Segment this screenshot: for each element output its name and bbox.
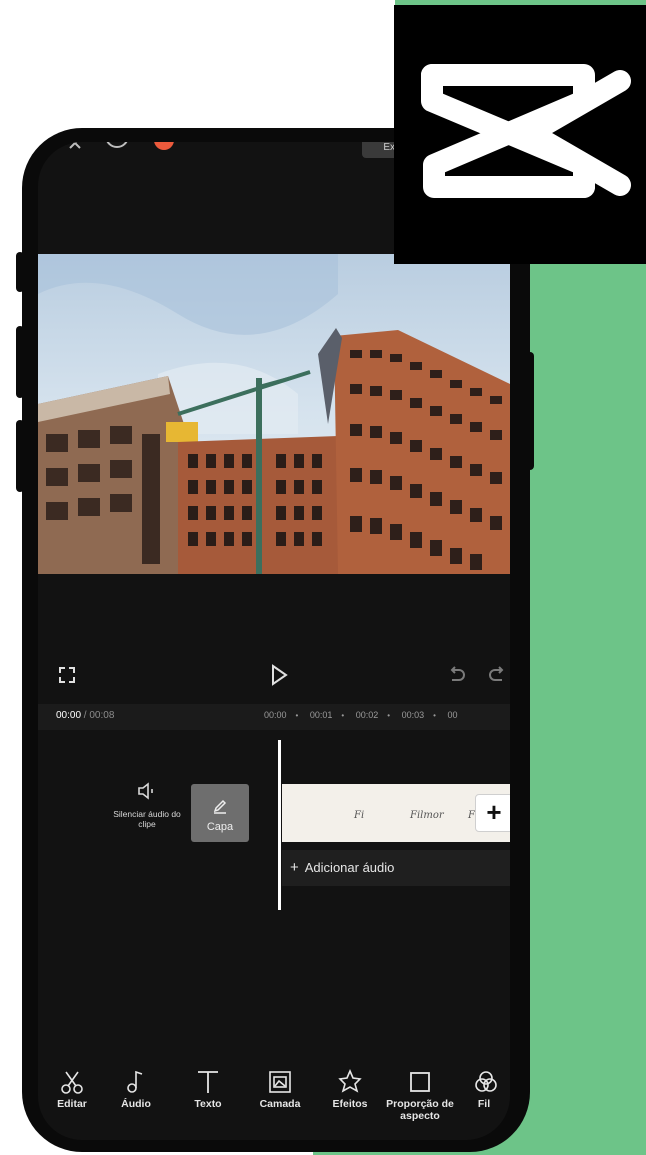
add-audio-button[interactable]: + Adicionar áudio [282, 850, 510, 886]
tool-audio[interactable]: Áudio [100, 1068, 172, 1110]
ruler-tick: 00:01 [309, 710, 333, 720]
construction-site-photo [38, 254, 510, 574]
pencil-icon [213, 799, 227, 814]
play-icon[interactable] [270, 664, 288, 691]
ruler-tick: 00:00 [264, 710, 287, 720]
cover-button[interactable]: Capa [191, 784, 249, 842]
tool-filtros[interactable]: Fil [458, 1068, 510, 1110]
mute-clip-audio-button[interactable]: Silenciar áudio do clipe [112, 782, 182, 829]
video-preview[interactable] [38, 254, 510, 574]
capcut-logo-mark [421, 64, 631, 198]
text-icon [198, 1071, 218, 1093]
close-icon[interactable] [68, 142, 82, 155]
tool-label: Áudio [121, 1098, 151, 1110]
app-screen: Exp 00:00 / 00:08 00:00 • 00:01 • 00:02 … [38, 142, 510, 1140]
tracks-area: Silenciar áudio do clipe Capa Fi Filmor … [38, 730, 510, 1030]
tool-camada[interactable]: Camada [244, 1068, 316, 1110]
capcut-logo [394, 5, 646, 264]
total-time: / 00:08 [81, 710, 115, 721]
ruler-tick: 00:02 [355, 710, 379, 720]
aspect-ratio-icon [410, 1072, 430, 1092]
time-ruler[interactable]: 00:00 • 00:01 • 00:02 • 00:03 • 00 [264, 710, 457, 720]
tool-label: Fil [477, 1098, 491, 1110]
tool-editar[interactable]: Editar [38, 1068, 108, 1110]
cover-label: Capa [206, 821, 234, 833]
layer-icon [269, 1071, 291, 1093]
tool-label: Proporção de aspecto [386, 1098, 454, 1122]
redo-icon[interactable] [488, 666, 506, 689]
phone-frame: Exp 00:00 / 00:08 00:00 • 00:01 • 00:02 … [22, 128, 530, 1152]
music-note-icon [127, 1070, 143, 1093]
timeline-header: 00:00 / 00:08 00:00 • 00:01 • 00:02 • 00:03… [38, 704, 510, 730]
record-indicator [154, 142, 174, 150]
tool-label: Camada [259, 1098, 301, 1110]
ruler-tick: 00:03 [401, 710, 425, 720]
tool-texto[interactable]: Texto [172, 1068, 244, 1110]
speaker-icon [138, 782, 153, 800]
playhead[interactable] [278, 740, 281, 910]
background-white-corner [313, 0, 395, 130]
undo-icon[interactable] [448, 666, 466, 689]
tool-label: Editar [57, 1098, 87, 1110]
current-time: 00:00 / 00:08 [56, 710, 115, 721]
playback-controls [38, 654, 510, 704]
add-clip-button[interactable]: + [475, 794, 510, 832]
clip-frame-text: Filmor [410, 810, 444, 821]
mute-clip-audio-label: Silenciar áudio do clipe [113, 809, 181, 829]
bottom-toolbar: Editar Áudio Texto Camada Efeitos Propor… [38, 1068, 510, 1140]
plus-icon: + [290, 859, 299, 876]
add-audio-label: Adicionar áudio [304, 860, 395, 875]
tool-label: Efeitos [332, 1098, 368, 1110]
effects-icon [338, 1068, 362, 1093]
clip-frame-text: Fi [354, 810, 365, 821]
help-icon[interactable] [104, 142, 130, 157]
ruler-tick: 00 [447, 710, 458, 720]
filters-icon [475, 1071, 497, 1092]
tool-label: Texto [194, 1098, 222, 1110]
tool-efeitos[interactable]: Efeitos [314, 1068, 386, 1110]
fullscreen-icon[interactable] [58, 666, 76, 689]
scissors-icon [61, 1071, 83, 1094]
tool-proporcao[interactable]: Proporção de aspecto [384, 1068, 456, 1122]
